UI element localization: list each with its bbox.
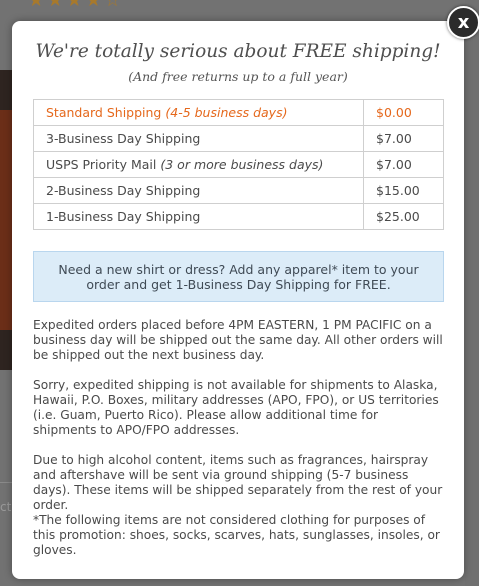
shipping-option-name-cell: Standard Shipping (4-5 business days) <box>33 99 364 126</box>
shipping-option-row: 1-Business Day Shipping $25.00 <box>33 203 444 230</box>
apparel-promo-note: Need a new shirt or dress? Add any appar… <box>33 251 444 302</box>
background-text-fragment: ct <box>0 500 12 514</box>
shipping-option-price: $7.00 <box>363 125 444 152</box>
shipping-option-row: USPS Priority Mail (3 or more business d… <box>33 151 444 178</box>
expedited-orders-paragraph: Expedited orders placed before 4PM EASTE… <box>33 318 443 362</box>
shipping-option-name-cell: 1-Business Day Shipping <box>33 203 364 230</box>
rating-stars: ★★★★☆ <box>28 0 124 11</box>
shipping-option-name: USPS Priority Mail <box>46 157 157 172</box>
apparel-promo-text: Need a new shirt or dress? Add any appar… <box>58 262 419 292</box>
background-divider <box>0 482 12 483</box>
modal-subhead: (And free returns up to a full year) <box>128 69 348 84</box>
background-right-strip <box>465 0 479 586</box>
shipping-option-price: $25.00 <box>363 203 444 230</box>
shipping-rates-table: Standard Shipping (4-5 business days) $0.… <box>33 99 444 230</box>
shipping-option-row: Standard Shipping (4-5 business days) $0.… <box>33 99 444 126</box>
modal-headline: We're totally serious about FREE shippin… <box>35 41 441 62</box>
shipping-option-name-cell: 2-Business Day Shipping <box>33 177 364 204</box>
shipping-info-modal: We're totally serious about FREE shippin… <box>12 21 464 579</box>
shipping-option-name: 3-Business Day Shipping <box>46 131 201 146</box>
shipping-option-name: 2-Business Day Shipping <box>46 183 201 198</box>
close-button[interactable]: x <box>447 6 479 39</box>
shipping-option-name: Standard Shipping <box>46 105 162 120</box>
product-image-edge-detail <box>0 110 12 330</box>
shipping-option-price: $0.00 <box>363 99 444 126</box>
shipping-option-name: 1-Business Day Shipping <box>46 209 201 224</box>
excluded-items-paragraph: *The following items are not considered … <box>33 513 440 557</box>
alcohol-content-paragraph: Due to high alcohol content, items such … <box>33 453 443 512</box>
shipping-option-row: 3-Business Day Shipping $7.00 <box>33 125 444 152</box>
shipping-option-price: $15.00 <box>363 177 444 204</box>
shipping-option-price: $7.00 <box>363 151 444 178</box>
shipping-option-name-cell: 3-Business Day Shipping <box>33 125 364 152</box>
shipping-option-name-cell: USPS Priority Mail (3 or more business d… <box>33 151 364 178</box>
shipping-option-row: 2-Business Day Shipping $15.00 <box>33 177 444 204</box>
shipping-option-detail: (4-5 business days) <box>165 105 288 120</box>
shipping-option-detail: (3 or more business days) <box>160 157 324 172</box>
shipping-restrictions-paragraph: Sorry, expedited shipping is not availab… <box>33 378 439 437</box>
